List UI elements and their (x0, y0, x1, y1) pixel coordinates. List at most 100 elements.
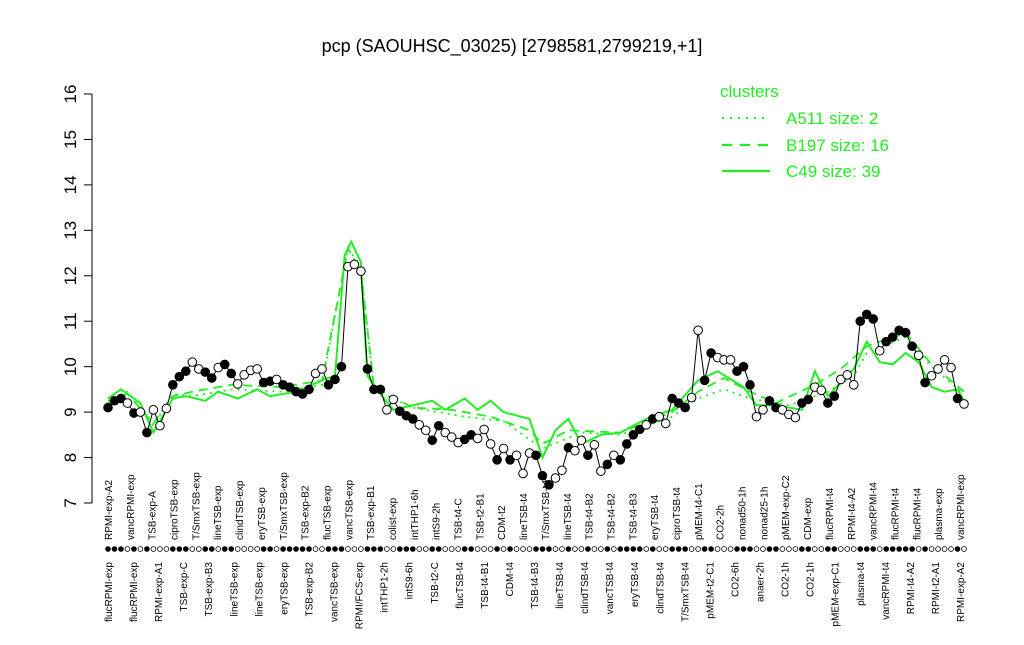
rug-point (481, 546, 487, 552)
legend: clusters A511 size: 2 B197 size: 16 C49 … (720, 82, 889, 181)
x-label-top: lineTSB-exp (213, 485, 224, 540)
cluster-line-dashed (107, 245, 965, 446)
rug-point (825, 546, 831, 552)
data-points (103, 259, 969, 552)
rug-point (753, 546, 760, 552)
rug-point (351, 546, 358, 552)
data-point (531, 450, 541, 461)
x-label-top: vancRPMI-exp (956, 474, 967, 540)
rug-point (118, 546, 124, 552)
rug-point (688, 546, 695, 552)
data-point (926, 370, 937, 381)
rug-point (591, 546, 598, 552)
data-point (168, 380, 178, 390)
x-label-bottom: TSB-t4-B3 (530, 562, 541, 609)
x-label-bottom: T/SmxTSB-t4 (680, 562, 691, 622)
x-label-bottom: CO2-1h (781, 562, 792, 597)
rug-point (306, 546, 312, 552)
rug-point (500, 546, 507, 552)
x-label-top: eryTSB-t4 (650, 495, 661, 540)
rug-point (332, 546, 338, 552)
rug-point (818, 546, 825, 552)
data-point (842, 370, 853, 380)
rug-point (358, 546, 364, 552)
rug-point (941, 546, 948, 552)
rug-point (111, 546, 118, 552)
data-point (738, 361, 749, 372)
rug-point (915, 546, 922, 552)
rug-point (422, 546, 429, 552)
rug-point (183, 546, 189, 552)
rug-point (208, 546, 215, 552)
rug-point (312, 546, 319, 552)
rug-point (131, 546, 137, 552)
rug-point (241, 546, 247, 552)
rug-point (176, 546, 183, 552)
data-point (803, 394, 814, 405)
rug-point (280, 546, 286, 552)
x-label-top: plasma-exp (934, 488, 945, 540)
rug-point (247, 546, 254, 552)
data-point (900, 327, 911, 338)
rug-point (611, 546, 617, 552)
rug-point (662, 546, 669, 552)
cluster-line-solid (107, 239, 965, 461)
x-label-bottom: lineTSB-t4 (555, 562, 566, 609)
rug-point (572, 546, 578, 552)
y-tick-label: 9 (61, 407, 80, 416)
x-label-top: flucRPMI-t4 (891, 487, 902, 540)
rug-point (954, 546, 961, 552)
x-label-top: RPMI-t4-A2 (847, 487, 858, 540)
data-point (725, 355, 736, 365)
rug-point (507, 546, 513, 552)
data-point (304, 384, 314, 395)
rug-point (546, 546, 552, 552)
rug-point (403, 546, 410, 552)
data-point (492, 455, 502, 465)
rug-point (273, 546, 280, 552)
data-point (874, 345, 885, 356)
rug-point (442, 546, 449, 552)
rug-point (124, 546, 131, 552)
x-label-top: flucTSB-exp (323, 485, 334, 540)
rug-point (876, 546, 883, 552)
data-point (479, 424, 489, 435)
rug-point (254, 546, 260, 552)
rug-point (435, 546, 442, 552)
data-point (375, 384, 386, 395)
chart-container: pcp (SAOUHSC_03025) [2798581,2799219,+1]… (0, 0, 1024, 640)
data-point (349, 259, 360, 270)
rug-point (799, 546, 805, 552)
rug-point (494, 546, 500, 552)
rug-point (747, 546, 753, 552)
data-point (181, 366, 191, 377)
data-point (187, 357, 198, 367)
legend-label-b197: B197 size: 16 (786, 136, 889, 155)
rug-point (889, 546, 896, 552)
data-point (232, 379, 243, 389)
data-point (148, 405, 159, 415)
x-label-top: T/SmxTSB-t4 (541, 480, 552, 540)
data-point (686, 392, 697, 403)
rug-point (850, 546, 857, 552)
data-point (485, 439, 496, 449)
x-label-top: vancTSB-exp (344, 480, 355, 540)
data-point (745, 380, 755, 390)
rug-point (416, 546, 423, 552)
x-label-top: TSB-exp-B1 (366, 485, 377, 540)
x-label-bottom: eryTSB-t4 (630, 562, 641, 607)
data-point (764, 395, 775, 406)
rug-point (397, 546, 403, 552)
x-label-bottom: pMEM-t2-C1 (705, 562, 716, 619)
x-label-bottom: vancTSB-exp (330, 562, 341, 622)
x-label-top: eryTSB-exp (257, 487, 268, 540)
rug-point (215, 546, 222, 552)
x-label-top: pMEM-exp-C2 (781, 475, 792, 540)
data-point (336, 361, 347, 372)
rug-point (786, 546, 792, 552)
x-label-bottom: RPMI/FCS-exp (355, 562, 366, 630)
rug-point (319, 546, 325, 552)
rug-point (902, 546, 909, 552)
y-axis: 7 8 9 10 11 12 13 14 15 16 (61, 85, 93, 508)
rug-point (656, 546, 663, 552)
